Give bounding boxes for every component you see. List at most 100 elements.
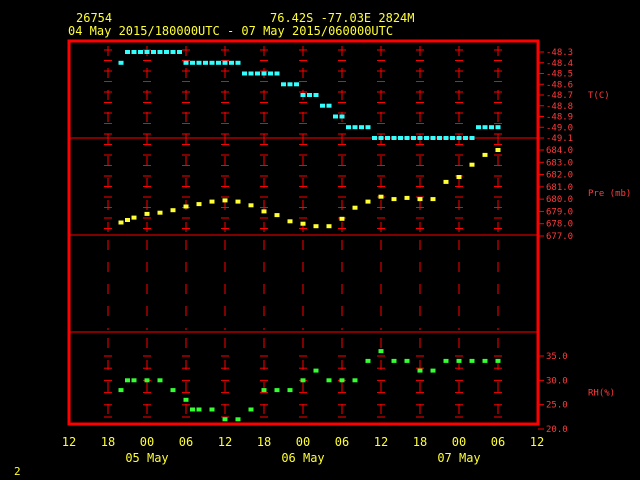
pressure-point [352, 205, 358, 210]
temperature-point [326, 103, 332, 108]
pressure-point [339, 216, 345, 221]
temperature-point [203, 60, 208, 65]
temperature-point [437, 136, 442, 140]
pressure-point [209, 199, 215, 204]
pressure-point [469, 162, 475, 167]
temperature-point [281, 82, 286, 87]
temperature-point [144, 50, 150, 54]
temperature-point [177, 50, 182, 54]
humidity-point [326, 378, 332, 383]
humidity-point [352, 378, 358, 383]
y-tick-label: 25.0 [546, 401, 568, 411]
temperature-point [300, 93, 306, 97]
temperature-point [424, 136, 429, 140]
humidity-point [404, 358, 410, 363]
humidity-axis-label: RH(%) [588, 389, 615, 399]
temperature-point [443, 136, 449, 140]
temperature-point [450, 136, 455, 140]
y-tick-label: -48.3 [546, 48, 573, 58]
y-tick-label: -48.4 [546, 59, 573, 69]
x-tick-label: 12 [530, 435, 544, 449]
y-tick-label: -48.5 [546, 70, 573, 80]
date-label: 06 May [281, 451, 324, 465]
temperature-point [417, 136, 423, 140]
x-tick-label: 06 [335, 435, 349, 449]
humidity-point [222, 417, 228, 422]
temperature-point [385, 136, 390, 140]
temperature-point [476, 125, 481, 130]
humidity-point [378, 349, 384, 354]
temperature-point [274, 71, 280, 76]
temperature-point [294, 82, 299, 87]
pressure-point [125, 218, 130, 222]
pressure-axis-label: Pre (mb) [588, 189, 631, 199]
meteogram-chart: 26754 76.42S -77.03E 2824M 04 May 2015/1… [0, 0, 640, 480]
humidity-point [183, 397, 189, 402]
temperature-point [151, 50, 156, 54]
humidity-point [196, 407, 202, 412]
pressure-point [443, 179, 449, 184]
temperature-point [404, 136, 410, 140]
temperature-point [118, 60, 124, 65]
temperature-point [255, 71, 260, 76]
x-tick-label: 00 [140, 435, 154, 449]
humidity-point [365, 358, 371, 363]
humidity-point [235, 417, 241, 422]
temperature-point [125, 50, 130, 54]
x-tick-label: 12 [218, 435, 232, 449]
y-tick-label: 679.0 [546, 207, 573, 217]
x-tick-label: 12 [374, 435, 388, 449]
pressure-point [300, 221, 306, 226]
y-tick-label: 684.0 [546, 146, 573, 156]
temperature-axis-label: T(C) [588, 91, 610, 101]
temperature-point [235, 60, 241, 65]
date-label: 05 May [125, 451, 168, 465]
pressure-point [196, 202, 202, 207]
temperature-point [307, 93, 312, 97]
pressure-point [378, 194, 384, 199]
humidity-point [495, 358, 501, 363]
humidity-point [274, 388, 280, 393]
pressure-point [482, 152, 488, 157]
pressure-point [131, 215, 137, 220]
pressure-point [235, 199, 241, 204]
temperature-point [463, 136, 468, 140]
y-tick-label: -49.1 [546, 134, 573, 144]
temperature-point [164, 50, 169, 54]
temperature-point [333, 114, 338, 119]
humidity-point [144, 378, 150, 383]
humidity-point [261, 388, 267, 393]
humidity-point [190, 407, 195, 412]
humidity-point [209, 407, 215, 412]
pressure-point [118, 220, 124, 225]
temperature-point [229, 60, 234, 65]
temperature-point [268, 71, 273, 76]
humidity-point [248, 407, 254, 412]
pressure-point [261, 209, 267, 214]
temperature-point [248, 71, 254, 76]
temperature-point [157, 50, 163, 54]
pressure-point [391, 197, 397, 202]
temperature-point [170, 50, 176, 54]
y-tick-label: 681.0 [546, 183, 573, 193]
pressure-point [170, 208, 176, 213]
humidity-point [430, 368, 436, 373]
pressure-point [274, 213, 280, 218]
pressure-point [495, 148, 501, 152]
y-tick-label: 677.0 [546, 232, 573, 242]
y-tick-label: -48.9 [546, 113, 573, 123]
humidity-point [417, 368, 423, 373]
temperature-point [482, 125, 488, 130]
humidity-point [157, 378, 163, 383]
humidity-point [118, 388, 124, 393]
temperature-point [242, 71, 247, 76]
x-tick-label: 12 [62, 435, 76, 449]
pressure-point [313, 224, 319, 229]
pressure-point [144, 211, 150, 216]
pressure-point [365, 199, 371, 204]
humidity-point [443, 358, 449, 363]
page-number: 2 [14, 465, 21, 478]
temperature-point [469, 136, 475, 140]
x-tick-label: 18 [257, 435, 271, 449]
pressure-point [287, 219, 293, 224]
